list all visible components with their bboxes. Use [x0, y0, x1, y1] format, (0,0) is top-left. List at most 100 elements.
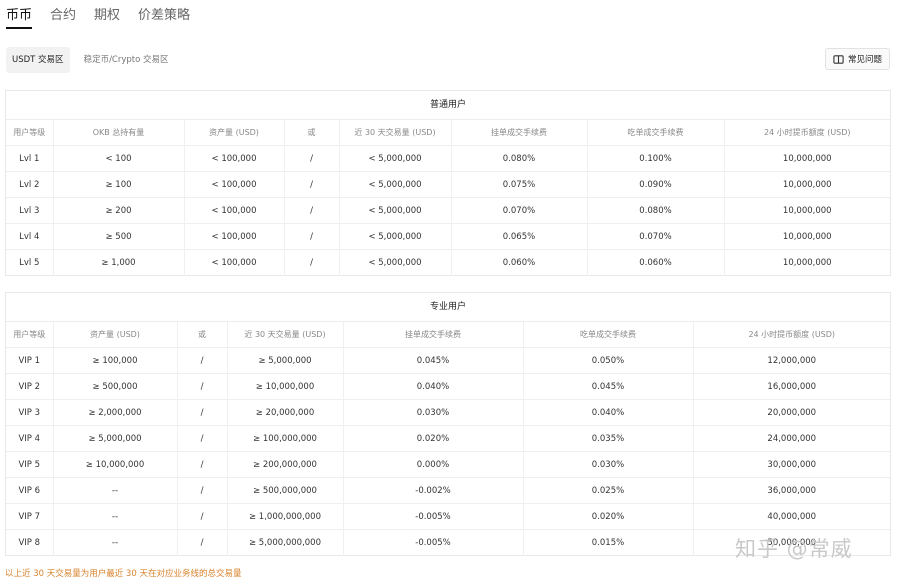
table-cell: -0.005%	[343, 503, 524, 530]
table-cell: ≥ 200,000,000	[227, 451, 344, 478]
table-cell: 16,000,000	[693, 373, 890, 400]
table-cell: VIP 5	[6, 451, 54, 478]
table-header-row: 用户等级 OKB 总持有量 资产量 (USD) 或近 30 天交易量 (USD) 挂单成…	[6, 119, 890, 146]
table-cell: 0.035%	[523, 425, 694, 452]
table-cell: ≥ 10,000,000	[227, 373, 344, 400]
table-cell: 0.075%	[451, 171, 588, 198]
table-cell: /	[177, 503, 228, 530]
column-header: 近 30 天交易量 (USD)	[339, 119, 452, 146]
table-cell: /	[284, 145, 340, 172]
table-row: VIP 6 -- / ≥ 500,000,000 -0.002% 0.025% 36,000…	[6, 477, 890, 504]
tab-spot[interactable]: 币币	[6, 0, 33, 29]
table-cell: --	[53, 477, 178, 504]
column-header: 吃单成交手续费	[523, 321, 694, 348]
table-cell: 0.040%	[343, 373, 524, 400]
column-header: 吃单成交手续费	[587, 119, 725, 146]
table-cell: 10,000,000	[724, 197, 890, 224]
table-cell: 36,000,000	[693, 477, 890, 504]
table-cell: VIP 4	[6, 425, 54, 452]
table-row: Lvl 2 ≥ 100 < 100,000/< 5,000,000 0.075% 0.0…	[6, 171, 890, 198]
table-cell: Lvl 3	[6, 197, 54, 224]
table-cell: 0.080%	[451, 145, 588, 172]
table-cell: VIP 7	[6, 503, 54, 530]
table-cell: /	[177, 529, 228, 556]
table-row: VIP 7 -- / ≥ 1,000,000,000 -0.005% 0.020% 40,0…	[6, 503, 890, 530]
table-cell: 0.050%	[523, 347, 694, 374]
table-cell: 0.070%	[587, 223, 725, 250]
table-cell: 10,000,000	[724, 171, 890, 198]
table-cell: /	[284, 223, 340, 250]
table-cell: ≥ 2,000,000	[53, 399, 178, 426]
table-cell: /	[177, 347, 228, 374]
table-cell: --	[53, 503, 178, 530]
table-cell: 10,000,000	[724, 249, 890, 276]
regular-table: 用户等级 OKB 总持有量 资产量 (USD) 或近 30 天交易量 (USD) 挂单成…	[6, 119, 890, 276]
table-cell: 10,000,000	[724, 223, 890, 250]
table-cell: 0.030%	[523, 451, 694, 478]
table-cell: ≥ 1,000,000,000	[227, 503, 344, 530]
table-row: VIP 3 ≥ 2,000,000/≥ 20,000,000 0.030% 0.040…	[6, 399, 890, 426]
column-header: 24 小时提币额度 (USD)	[693, 321, 890, 348]
table-cell: < 100,000	[184, 223, 285, 250]
column-header: 或	[177, 321, 228, 348]
tab-spread-strategy[interactable]: 价差策略	[138, 0, 190, 29]
table-cell: 0.025%	[523, 477, 694, 504]
table-cell: 24,000,000	[693, 425, 890, 452]
table-cell: /	[284, 197, 340, 224]
table-cell: --	[53, 529, 178, 556]
table-cell: VIP 1	[6, 347, 54, 374]
table-cell: VIP 2	[6, 373, 54, 400]
table-cell: 0.045%	[343, 347, 524, 374]
table-cell: /	[177, 451, 228, 478]
column-header: 近 30 天交易量 (USD)	[227, 321, 344, 348]
column-header: 用户等级	[6, 119, 54, 146]
faq-label: 常见问题	[847, 55, 882, 65]
table-cell: ≥ 100,000,000	[227, 425, 344, 452]
table-row: VIP 4 ≥ 5,000,000/≥ 100,000,000 0.020% 0.03…	[6, 425, 890, 452]
faq-button[interactable]: 常见问题	[824, 48, 890, 70]
table-cell: 0.015%	[523, 529, 694, 556]
product-tabs: 币币 合约 期权 价差策略	[6, 0, 190, 30]
table-cell: 0.090%	[587, 171, 725, 198]
table-cell: 0.000%	[343, 451, 524, 478]
regular-user-fee-table: 普通用户 用户等级 OKB 总持有量 资产量 (USD) 或近 30 天交易量 (US…	[5, 90, 891, 276]
table-cell: ≥ 100	[53, 171, 185, 198]
subtab-usdt-zone[interactable]: USDT 交易区	[6, 47, 70, 73]
pro-table: 用户等级 资产量 (USD) 或近 30 天交易量 (USD) 挂单成交手续费 吃单成交…	[6, 321, 890, 556]
column-header: 24 小时提币额度 (USD)	[724, 119, 890, 146]
table-cell: Lvl 5	[6, 249, 54, 276]
table-cell: /	[177, 373, 228, 400]
pro-user-title: 专业用户	[429, 302, 466, 312]
table-cell: 0.070%	[451, 197, 588, 224]
table-cell: < 5,000,000	[339, 171, 452, 198]
watermark: 知乎 @常威	[735, 537, 853, 561]
table-cell: /	[284, 171, 340, 198]
table-cell: Lvl 4	[6, 223, 54, 250]
tab-futures[interactable]: 合约	[50, 0, 76, 29]
table-row: Lvl 1 < 100 < 100,000/< 5,000,000 0.080% 0.1…	[6, 145, 890, 172]
table-cell: /	[177, 477, 228, 504]
table-cell: /	[177, 399, 228, 426]
table-cell: < 100,000	[184, 197, 285, 224]
table-cell: 30,000,000	[693, 451, 890, 478]
table-cell: ≥ 500	[53, 223, 185, 250]
table-cell: < 100,000	[184, 145, 285, 172]
table-cell: < 5,000,000	[339, 197, 452, 224]
column-header: 用户等级	[6, 321, 54, 348]
table-cell: VIP 6	[6, 477, 54, 504]
table-row: VIP 5 ≥ 10,000,000/≥ 200,000,000 0.000% 0.0…	[6, 451, 890, 478]
table-cell: Lvl 2	[6, 171, 54, 198]
column-header: 资产量 (USD)	[53, 321, 178, 348]
table-cell: 0.060%	[587, 249, 725, 276]
table-cell: < 5,000,000	[339, 145, 452, 172]
subtab-stablecoin-crypto-zone[interactable]: 稳定币/Crypto 交易区	[78, 47, 175, 73]
table-header-row: 用户等级 资产量 (USD) 或近 30 天交易量 (USD) 挂单成交手续费 吃单成交…	[6, 321, 890, 348]
table-cell: -0.002%	[343, 477, 524, 504]
tab-options[interactable]: 期权	[94, 0, 120, 29]
table-row: VIP 2 ≥ 500,000/≥ 10,000,000 0.040% 0.045% 1…	[6, 373, 890, 400]
column-header: 挂单成交手续费	[343, 321, 524, 348]
column-header: 挂单成交手续费	[451, 119, 588, 146]
table-cell: 0.080%	[587, 197, 725, 224]
table-cell: ≥ 100,000	[53, 347, 178, 374]
trading-zone-tabs: USDT 交易区 稳定币/Crypto 交易区	[6, 47, 175, 73]
